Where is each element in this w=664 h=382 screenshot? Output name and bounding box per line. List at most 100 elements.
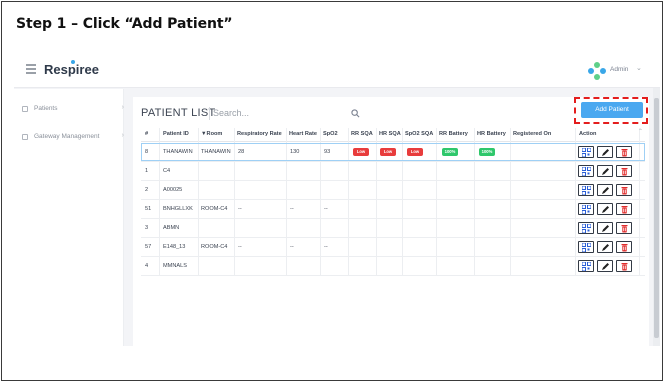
col-rr-sqa[interactable]: RR SQA — [351, 131, 373, 137]
cell-spo2: -- — [324, 244, 328, 250]
cell-patient-id: BNHGLLXK — [163, 206, 193, 212]
delete-trash-icon — [621, 263, 628, 271]
cell-patient-id: MMNALS — [163, 263, 187, 269]
edit-button[interactable] — [597, 146, 613, 158]
edit-pencil-icon — [602, 225, 609, 232]
col-hr-battery[interactable]: HR Battery — [477, 131, 506, 137]
edit-button[interactable] — [597, 222, 613, 234]
row-actions — [578, 146, 634, 158]
qr-code-button[interactable] — [578, 146, 594, 158]
col-hr-sqa[interactable]: HR SQA — [379, 131, 401, 137]
delete-trash-icon — [621, 187, 628, 195]
row-actions — [578, 222, 634, 234]
sidebar-item-gateway[interactable]: Gateway Management › — [22, 132, 124, 144]
col-spo2[interactable]: SpO2 — [323, 131, 338, 137]
tutorial-frame: Step 1 – Click “Add Patient” Respiree Ad… — [1, 1, 663, 381]
table-row[interactable]: 4 MMNALS — [141, 257, 645, 276]
edit-pencil-icon — [602, 187, 609, 194]
sidebar: Patients › Gateway Management › — [14, 89, 124, 346]
col-num: # — [145, 131, 149, 137]
col-spo2-sqa[interactable]: SpO2 SQA — [405, 131, 433, 137]
delete-button[interactable] — [616, 165, 632, 177]
qr-code-button[interactable] — [578, 203, 594, 215]
qr-code-icon — [582, 262, 591, 271]
cell-num: 1 — [145, 168, 149, 174]
cell-resp-rate: 28 — [238, 149, 245, 155]
col-resp-rate[interactable]: Respiratory Rate — [237, 131, 282, 137]
page-title: PATIENT LIST — [141, 107, 216, 119]
qr-code-button[interactable] — [578, 165, 594, 177]
row-actions — [578, 165, 634, 177]
col-patient-id[interactable]: Patient ID — [163, 131, 189, 137]
delete-button[interactable] — [616, 203, 632, 215]
qr-code-icon — [582, 205, 591, 214]
top-bar: Respiree Admin ⌄ — [14, 54, 660, 88]
cell-resp-rate: -- — [238, 244, 242, 250]
edit-pencil-icon — [602, 244, 609, 251]
cell-patient-id: C4 — [163, 168, 171, 174]
rr-sqa-badge: Low — [353, 148, 369, 156]
qr-code-icon — [582, 167, 591, 176]
delete-trash-icon — [621, 149, 628, 157]
edit-button[interactable] — [597, 203, 613, 215]
delete-trash-icon — [621, 225, 628, 233]
app-screenshot: Respiree Admin ⌄ Patients › Gateway Mana… — [14, 54, 660, 346]
qr-code-icon — [582, 224, 591, 233]
cell-num: 8 — [145, 149, 149, 155]
hamburger-icon[interactable] — [26, 64, 36, 74]
delete-trash-icon — [621, 244, 628, 252]
qr-code-button[interactable] — [578, 260, 594, 272]
patients-icon — [22, 106, 28, 112]
highlight-box — [574, 97, 648, 124]
delete-button[interactable] — [616, 146, 632, 158]
sidebar-item-label: Gateway Management — [34, 133, 100, 140]
edit-pencil-icon — [602, 206, 609, 213]
delete-button[interactable] — [616, 222, 632, 234]
admin-label[interactable]: Admin — [610, 66, 628, 73]
cell-num: 2 — [145, 187, 149, 193]
table-row[interactable]: 51 BNHGLLXK ROOM-C4 -- -- -- — [141, 200, 645, 219]
row-actions — [578, 203, 634, 215]
cell-room: THANAWIN — [201, 149, 231, 155]
edit-button[interactable] — [597, 260, 613, 272]
page-scrollbar[interactable] — [653, 88, 660, 346]
search-icon[interactable] — [351, 109, 360, 118]
table-row[interactable]: 1 C4 — [141, 162, 645, 181]
delete-button[interactable] — [616, 184, 632, 196]
cell-heart-rate: 130 — [290, 149, 300, 155]
chevron-down-icon[interactable]: ⌄ — [636, 64, 642, 72]
edit-button[interactable] — [597, 184, 613, 196]
qr-code-icon — [582, 148, 591, 157]
sidebar-item-patients[interactable]: Patients › — [22, 104, 124, 116]
admin-avatar-icon[interactable] — [588, 62, 606, 80]
cell-heart-rate: -- — [290, 206, 294, 212]
brand-dot-icon — [71, 60, 75, 64]
table-scroll-caret-icon[interactable]: ⌃ — [638, 128, 643, 138]
patient-list-panel: PATIENT LIST Add Patient # Patient ID ▼R… — [133, 97, 649, 346]
row-actions — [578, 241, 634, 253]
col-registered-on[interactable]: Registered On — [513, 131, 551, 137]
delete-button[interactable] — [616, 241, 632, 253]
col-room[interactable]: ▼Room — [201, 131, 222, 137]
title-divider — [209, 107, 210, 120]
hr-sqa-badge: Low — [380, 148, 396, 156]
table-row[interactable]: 3 ABMN — [141, 219, 645, 238]
edit-button[interactable] — [597, 241, 613, 253]
table-row[interactable]: 2 A00025 — [141, 181, 645, 200]
col-heart-rate[interactable]: Heart Rate — [289, 131, 317, 137]
qr-code-button[interactable] — [578, 241, 594, 253]
cell-heart-rate: -- — [290, 244, 294, 250]
qr-code-button[interactable] — [578, 184, 594, 196]
delete-button[interactable] — [616, 260, 632, 272]
table-row[interactable]: 57 E148_13 ROOM-C4 -- -- -- — [141, 238, 645, 257]
col-rr-battery[interactable]: RR Battery — [439, 131, 468, 137]
qr-code-button[interactable] — [578, 222, 594, 234]
edit-button[interactable] — [597, 165, 613, 177]
search-input[interactable] — [213, 105, 373, 121]
cell-spo2: 93 — [324, 149, 331, 155]
table-row[interactable]: 8 THANAWIN THANAWIN 28 130 93 Low Low Low 100% 100… — [141, 143, 645, 162]
delete-trash-icon — [621, 168, 628, 176]
row-actions — [578, 184, 634, 196]
spo2-sqa-badge: Low — [407, 148, 423, 156]
qr-code-icon — [582, 186, 591, 195]
